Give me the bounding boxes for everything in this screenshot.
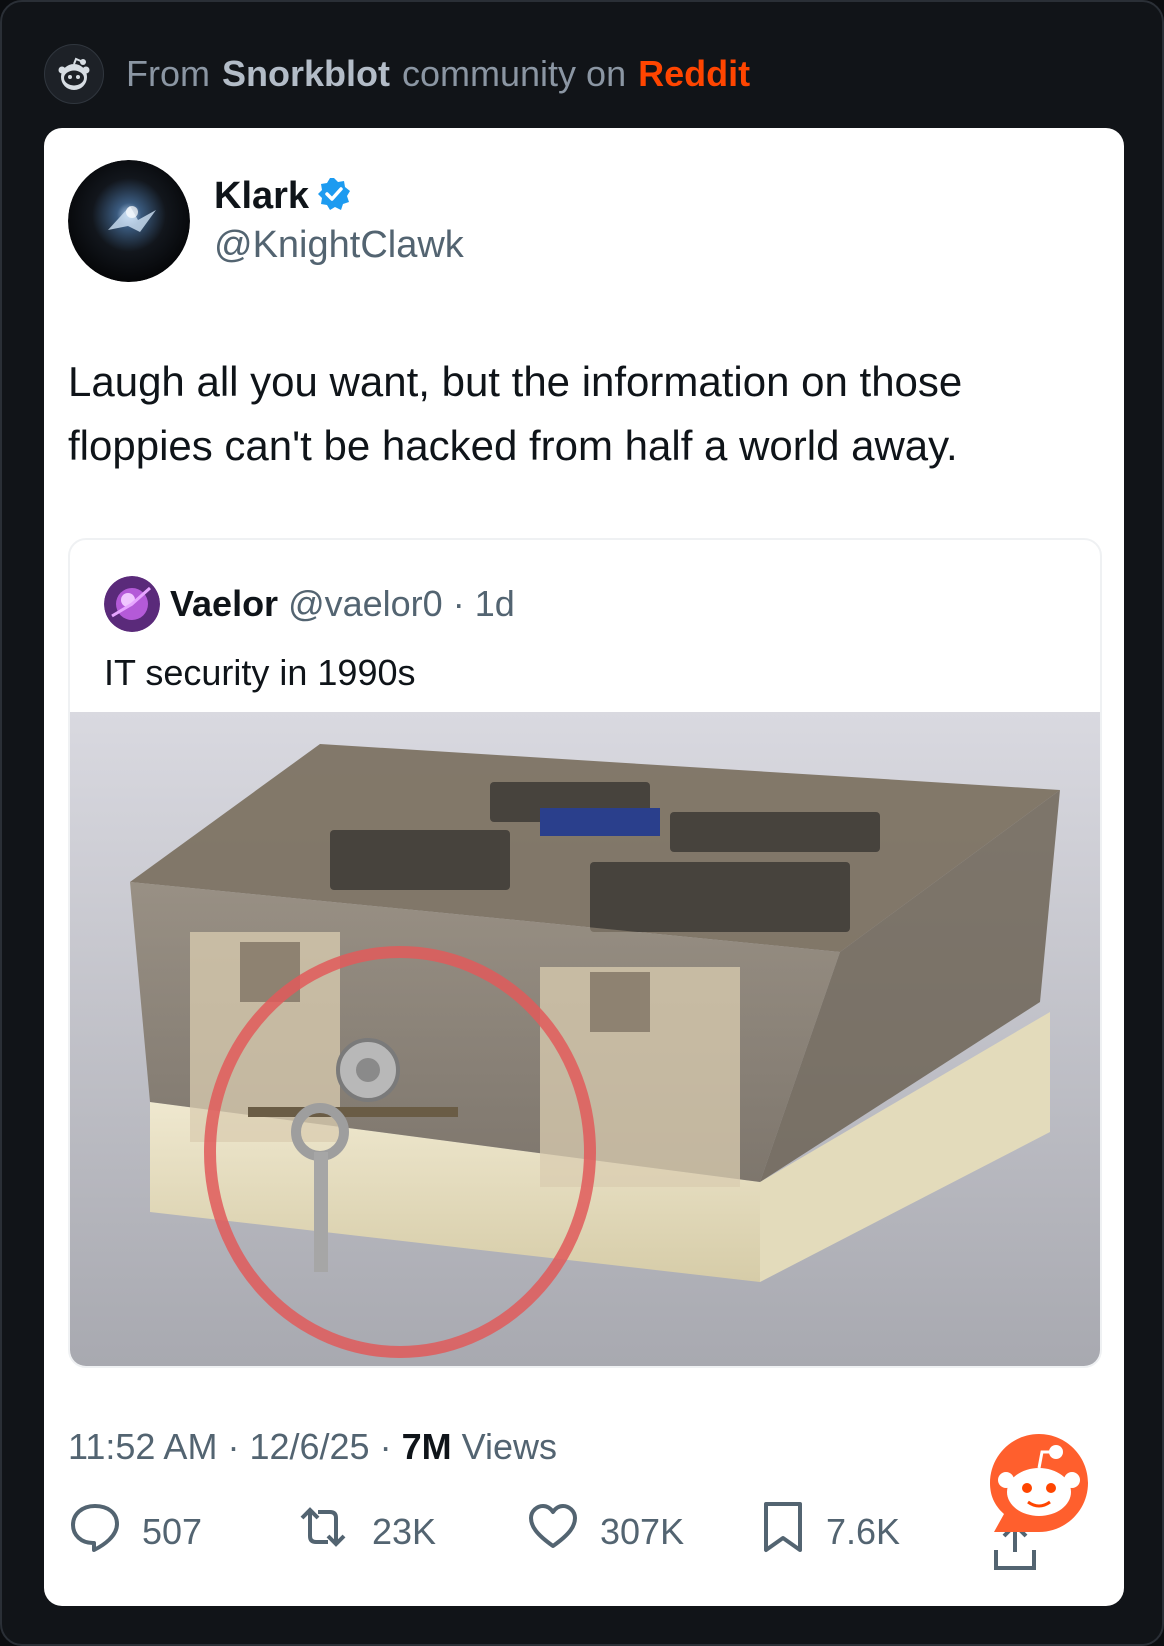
reply-button[interactable]: 507: [68, 1500, 202, 1563]
tweet-time[interactable]: 11:52 AM: [68, 1426, 217, 1467]
quoted-image[interactable]: [70, 712, 1100, 1366]
quoted-handle[interactable]: @vaelor0: [288, 583, 443, 625]
author-name[interactable]: Klark: [214, 175, 309, 218]
bookmark-count: 7.6K: [826, 1510, 901, 1552]
reply-icon: [68, 1500, 122, 1563]
quoted-name[interactable]: Vaelor: [170, 583, 278, 625]
heart-icon: [526, 1500, 580, 1563]
tweet-card: Klark @KnightClawk Laugh all you want, b…: [44, 128, 1124, 1606]
embed-frame: From Snorkblot community on Reddit Klark…: [0, 0, 1164, 1646]
source-attribution[interactable]: From Snorkblot community on Reddit: [44, 44, 750, 104]
retweet-button[interactable]: 23K: [294, 1500, 436, 1563]
quoted-age: · 1d: [452, 583, 515, 624]
verified-badge-icon: [317, 177, 351, 216]
retweet-icon: [294, 1500, 352, 1563]
retweet-count: 23K: [372, 1510, 437, 1552]
tweet-text: Laugh all you want, but the information …: [68, 358, 963, 469]
views-count: 7M: [401, 1426, 452, 1467]
views-label: Views: [461, 1426, 558, 1467]
source-middle: community on: [402, 53, 627, 94]
platform-link[interactable]: Reddit: [638, 53, 750, 95]
tweet-meta: 11:52 AM · 12/6/25 · 7M Views: [68, 1426, 557, 1468]
like-button[interactable]: 307K: [526, 1500, 684, 1563]
community-link[interactable]: Snorkblot: [222, 53, 390, 95]
author-avatar[interactable]: [68, 160, 190, 282]
reply-count: 507: [142, 1510, 203, 1552]
quoted-tweet[interactable]: Vaelor @vaelor0 · 1d IT security in 1990…: [68, 538, 1102, 1368]
meta-separator-2: ·: [379, 1426, 392, 1467]
tweet-author[interactable]: Klark @KnightClawk: [68, 160, 464, 282]
like-count: 307K: [600, 1510, 685, 1552]
quoted-avatar[interactable]: [104, 576, 160, 632]
quoted-author[interactable]: Vaelor @vaelor0 · 1d: [104, 576, 515, 632]
tweet-date[interactable]: 12/6/25: [249, 1426, 369, 1467]
reddit-snoo-icon[interactable]: [984, 1430, 1094, 1540]
bookmark-icon: [760, 1500, 806, 1563]
reddit-alien-icon: [44, 44, 104, 104]
meta-separator: ·: [227, 1426, 240, 1467]
author-handle[interactable]: @KnightClawk: [214, 224, 464, 267]
source-prefix: From: [126, 53, 210, 94]
bookmark-button[interactable]: 7.6K: [760, 1500, 900, 1563]
quoted-text: IT security in 1990s: [104, 652, 416, 693]
